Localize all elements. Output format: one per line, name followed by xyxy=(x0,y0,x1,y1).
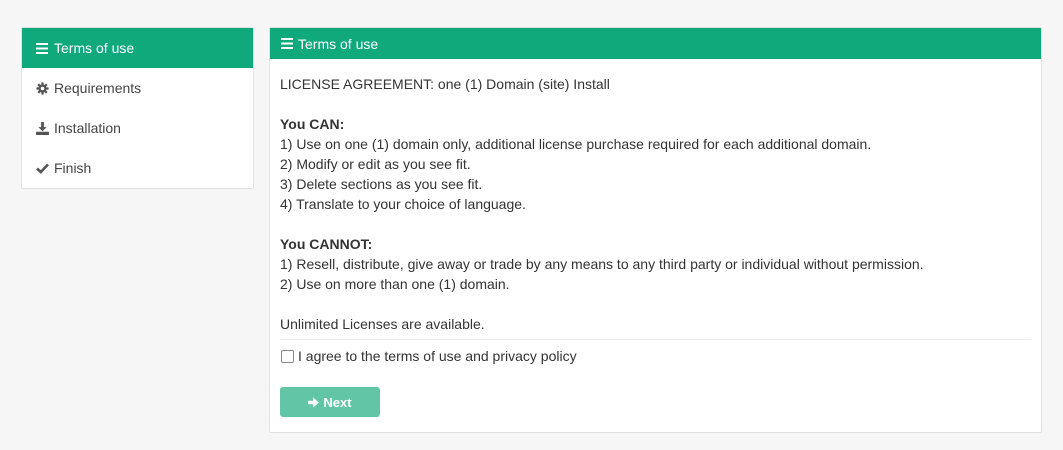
sidebar-item-finish[interactable]: Finish xyxy=(22,148,253,188)
can-heading: You CAN: xyxy=(280,116,345,132)
panel-header: Terms of use xyxy=(270,28,1041,59)
download-icon xyxy=(34,120,50,136)
list-item: 1) Use on one (1) domain only, additiona… xyxy=(280,136,872,152)
list-item: 4) Translate to your choice of language. xyxy=(280,196,526,212)
sidebar-item-requirements[interactable]: Requirements xyxy=(22,68,253,108)
arrow-right-icon xyxy=(308,396,320,408)
sidebar-item-label: Requirements xyxy=(54,80,142,96)
sidebar-item-label: Installation xyxy=(54,120,121,136)
gear-icon xyxy=(34,80,50,96)
can-list: 1) Use on one (1) domain only, additiona… xyxy=(280,134,1031,214)
agree-row: I agree to the terms of use and privacy … xyxy=(280,344,1031,368)
terms-panel: Terms of use LICENSE AGREEMENT: one (1) … xyxy=(269,27,1042,433)
agree-label[interactable]: I agree to the terms of use and privacy … xyxy=(298,346,577,366)
sidebar-item-terms[interactable]: Terms of use xyxy=(22,28,253,68)
sidebar-item-label: Terms of use xyxy=(54,40,135,56)
agree-checkbox[interactable] xyxy=(281,349,294,363)
panel-body: LICENSE AGREEMENT: one (1) Domain (site)… xyxy=(270,74,1041,417)
list-item: 2) Modify or edit as you see fit. xyxy=(280,156,471,172)
list-item: 2) Use on more than one (1) domain. xyxy=(280,276,510,292)
cannot-heading: You CANNOT: xyxy=(280,236,373,252)
next-button[interactable]: Next xyxy=(280,387,380,417)
sidebar-item-label: Finish xyxy=(54,160,92,176)
sidebar-item-installation[interactable]: Installation xyxy=(22,108,253,148)
license-intro: LICENSE AGREEMENT: one (1) Domain (site)… xyxy=(280,76,610,92)
next-button-label: Next xyxy=(323,394,352,410)
list-item: 1) Resell, distribute, give away or trad… xyxy=(280,256,924,272)
divider xyxy=(280,339,1031,340)
list-item: 3) Delete sections as you see fit. xyxy=(280,176,483,192)
menu-icon xyxy=(279,36,295,52)
menu-icon xyxy=(34,40,50,56)
check-icon xyxy=(34,160,50,176)
panel-title: Terms of use xyxy=(298,35,379,52)
cannot-list: 1) Resell, distribute, give away or trad… xyxy=(280,254,1031,294)
sidebar: Terms of use Requirements Installation F… xyxy=(21,27,254,189)
unlimited-licenses-note: Unlimited Licenses are available. xyxy=(280,316,485,332)
